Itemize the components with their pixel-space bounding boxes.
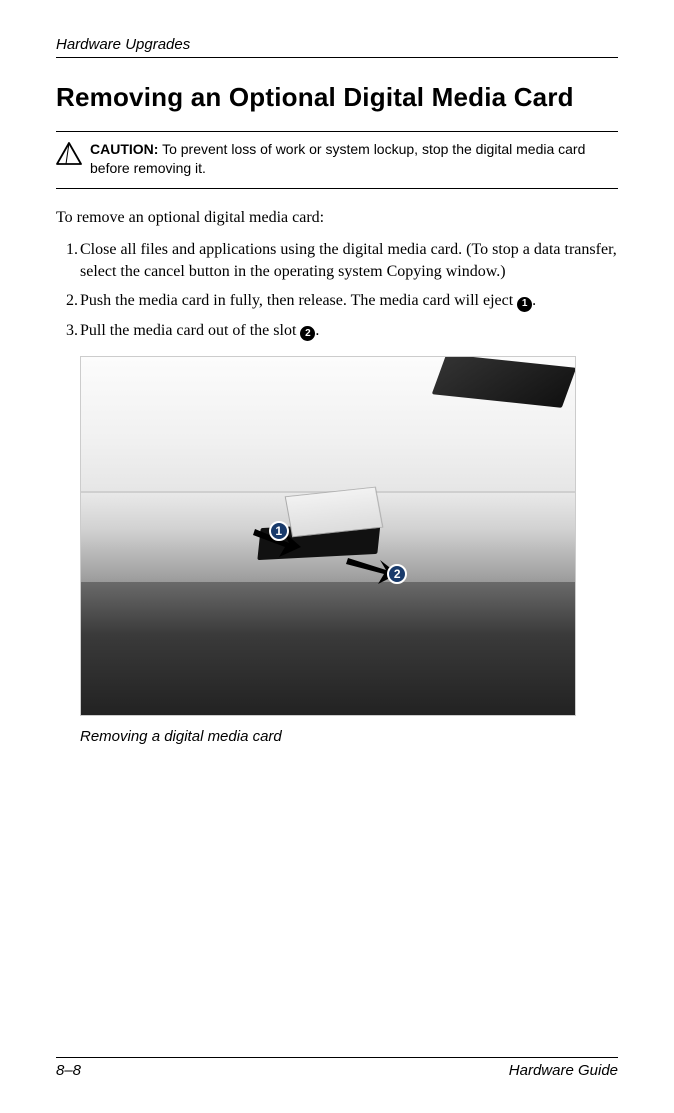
laptop-underside	[81, 582, 575, 714]
caution-body: To prevent loss of work or system lockup…	[90, 141, 585, 176]
caution-label: CAUTION:	[90, 141, 158, 157]
figure-caption: Removing a digital media card	[80, 728, 618, 745]
caution-text: CAUTION: To prevent loss of work or syst…	[90, 140, 618, 178]
figure-image: 1 2	[80, 356, 576, 716]
step-2: 2. Push the media card in fully, then re…	[80, 290, 618, 312]
reference-marker-2: 2	[300, 326, 315, 341]
reference-marker-1: 1	[517, 297, 532, 312]
chapter-name: Hardware Upgrades	[56, 36, 190, 53]
step-text-b: .	[532, 292, 536, 309]
section-title: Removing an Optional Digital Media Card	[56, 82, 618, 113]
laptop-top-surface	[81, 357, 575, 493]
keyboard-keys	[432, 356, 576, 408]
step-text-a: Pull the media card out of the slot	[80, 322, 300, 339]
step-text-b: .	[315, 322, 319, 339]
step-number: 1.	[60, 239, 78, 261]
lead-paragraph: To remove an optional digital media card…	[56, 207, 618, 229]
page-number: 8–8	[56, 1062, 81, 1079]
page-footer: 8–8 Hardware Guide	[56, 1057, 618, 1079]
caution-block: CAUTION: To prevent loss of work or syst…	[56, 131, 618, 189]
ordered-steps: 1. Close all files and applications usin…	[56, 239, 618, 341]
step-3: 3. Pull the media card out of the slot 2…	[80, 320, 618, 342]
step-number: 2.	[60, 290, 78, 312]
caution-icon	[56, 142, 82, 168]
page-header: Hardware Upgrades	[56, 36, 618, 58]
step-number: 3.	[60, 320, 78, 342]
figure: 1 2 Removing a digital media card	[80, 356, 618, 745]
step-1: 1. Close all files and applications usin…	[80, 239, 618, 282]
callout-1: 1	[269, 521, 289, 541]
document-name: Hardware Guide	[509, 1062, 618, 1079]
step-text-a: Push the media card in fully, then relea…	[80, 292, 517, 309]
step-text: Close all files and applications using t…	[80, 241, 617, 280]
